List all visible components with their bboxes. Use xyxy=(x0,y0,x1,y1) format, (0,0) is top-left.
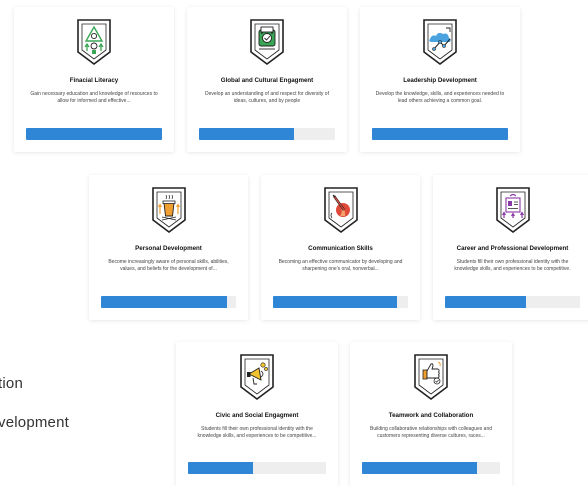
progress-bar xyxy=(273,296,408,308)
card-title: Communication Skills xyxy=(308,245,373,252)
badge-card-financial-literacy[interactable]: Finacial Literacy Gain necessary educati… xyxy=(14,7,174,152)
progress-bar xyxy=(26,128,162,140)
progress-fill xyxy=(445,296,526,308)
progress-bar xyxy=(372,128,508,140)
progress-bar xyxy=(199,128,335,140)
card-title: Finacial Literacy xyxy=(69,77,119,84)
progress-bar xyxy=(101,296,236,308)
leadership-badge-icon xyxy=(420,17,460,67)
card-description: Students fill their own professional ide… xyxy=(197,426,317,439)
card-description: Gain necessary education and knowledge o… xyxy=(30,91,158,104)
badge-card-civic-social[interactable]: Civic and Social Engagment Students fill… xyxy=(176,342,338,486)
progress-fill xyxy=(101,296,227,308)
global-badge-icon xyxy=(247,17,287,67)
financial-badge-icon xyxy=(74,17,114,67)
communication-badge-icon xyxy=(321,185,361,235)
card-description: Develop an understanding of and respect … xyxy=(205,91,329,104)
background-text-line-2: velopment xyxy=(0,414,70,431)
badge-card-global-cultural[interactable]: Global and Cultural Engagment Develop an… xyxy=(187,7,347,152)
badge-card-teamwork[interactable]: Teamwork and Collaboration Building coll… xyxy=(350,342,512,486)
card-title: Global and Cultural Engagment xyxy=(220,77,314,84)
background-text-line-1: tion xyxy=(0,375,23,392)
badge-card-communication[interactable]: Communication Skills Becoming an effecti… xyxy=(261,175,420,320)
card-description: Becoming an effective communicator by de… xyxy=(278,259,403,272)
card-description: Students fill their own professional ide… xyxy=(454,259,571,272)
progress-bar xyxy=(188,462,326,474)
card-title: Personal Development xyxy=(135,245,202,252)
civic-badge-icon xyxy=(237,352,277,402)
progress-fill xyxy=(273,296,398,308)
card-title: Teamwork and Collaboration xyxy=(388,412,474,419)
career-badge-icon xyxy=(493,185,533,235)
teamwork-badge-icon xyxy=(411,352,451,402)
card-title: Career and Professional Development xyxy=(456,245,569,252)
badge-card-personal-development[interactable]: Personal Development Become increasingly… xyxy=(89,175,248,320)
card-title: Leadership Development xyxy=(403,77,477,84)
personal-badge-icon xyxy=(149,185,189,235)
progress-fill xyxy=(26,128,162,140)
card-description: Become increasingly aware of personal sk… xyxy=(108,259,229,272)
card-description: Develop the knowledge, skills, and exper… xyxy=(375,91,505,104)
progress-bar xyxy=(362,462,500,474)
progress-fill xyxy=(372,128,508,140)
progress-bar xyxy=(445,296,580,308)
badge-card-leadership[interactable]: Leadership Development Develop the knowl… xyxy=(360,7,520,152)
card-title: Civic and Social Engagment xyxy=(215,412,299,419)
badge-card-career-professional[interactable]: Career and Professional Development Stud… xyxy=(433,175,588,320)
progress-fill xyxy=(362,462,477,474)
card-description: Building collaborative relationships wit… xyxy=(369,426,493,439)
progress-fill xyxy=(199,128,295,140)
progress-fill xyxy=(188,462,253,474)
